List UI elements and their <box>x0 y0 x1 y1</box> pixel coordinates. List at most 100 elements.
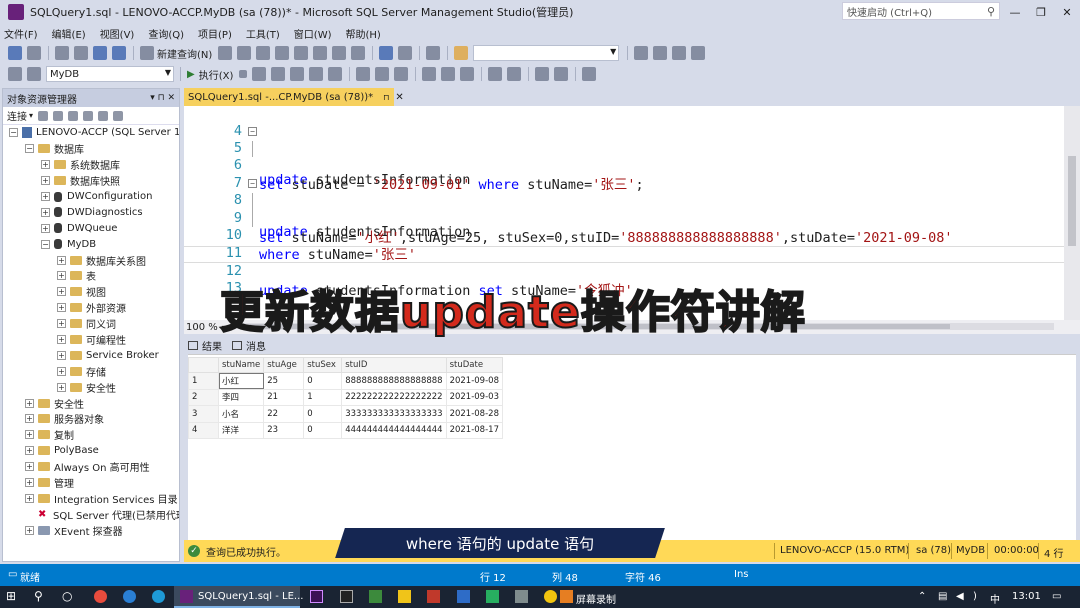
expand-icon[interactable]: + <box>25 525 34 535</box>
menu-file[interactable]: 文件(F) <box>4 26 38 41</box>
tree-node-mydb-child[interactable]: + Service Broker <box>3 347 179 363</box>
dmx-query-icon[interactable] <box>275 46 290 60</box>
volume-level-icon[interactable]: ) <box>973 591 977 602</box>
new-project-icon[interactable] <box>55 46 69 60</box>
row-number[interactable]: 2 <box>188 388 219 406</box>
volume-icon[interactable]: ◀ <box>956 591 964 602</box>
table-cell[interactable]: 小名 <box>217 405 265 423</box>
cut-icon[interactable] <box>313 46 328 60</box>
tree-node-mydb-child[interactable]: + 视图 <box>3 284 179 300</box>
query-designer-icon[interactable] <box>290 67 305 81</box>
expand-icon[interactable]: + <box>57 366 66 376</box>
table-cell[interactable]: 0 <box>303 372 343 390</box>
app-icon[interactable] <box>486 590 499 603</box>
screen-recorder-label[interactable]: 屏幕录制 <box>576 591 616 606</box>
restore-button[interactable]: ❐ <box>1028 0 1054 24</box>
save-icon[interactable] <box>93 46 107 60</box>
collapse-icon[interactable]: − <box>41 239 50 249</box>
refresh-icon[interactable] <box>98 110 109 121</box>
column-header[interactable]: stuDate <box>445 357 503 373</box>
tree-node-dwdiagnostics[interactable]: + DWDiagnostics <box>3 204 179 220</box>
wrench-icon[interactable] <box>653 46 668 60</box>
tree-node-mydb-child[interactable]: + 数据库关系图 <box>3 252 179 268</box>
column-header[interactable]: stuSex <box>303 357 343 373</box>
column-header[interactable]: stuAge <box>263 357 305 373</box>
results-file-icon[interactable] <box>460 67 475 81</box>
task-view-icon[interactable]: ○ <box>62 589 72 603</box>
close-icon[interactable]: ✕ <box>395 92 403 103</box>
folder-icon[interactable] <box>398 590 411 603</box>
table-cell[interactable]: 2021-08-28 <box>445 405 503 423</box>
table-cell[interactable]: 25 <box>263 372 305 390</box>
connect-icon[interactable] <box>8 67 22 81</box>
notification-icon[interactable]: ▭ <box>1052 591 1061 602</box>
new-query-button[interactable]: 新建查询(N) <box>140 46 212 61</box>
tab-sqlquery1[interactable]: SQLQuery1.sql -...CP.MyDB (sa (78))* ⊓ ✕ <box>184 88 404 106</box>
table-cell[interactable]: 2021-08-17 <box>445 421 503 439</box>
menu-project[interactable]: 项目(P) <box>198 26 232 41</box>
edge-icon[interactable] <box>123 590 136 603</box>
table-cell[interactable]: 2021-09-08 <box>445 372 503 390</box>
search-icon[interactable]: ⚲ <box>34 589 43 603</box>
change-connection-icon[interactable] <box>27 67 41 81</box>
premiere-icon[interactable] <box>310 590 323 603</box>
expand-icon[interactable]: + <box>57 287 66 297</box>
tray-chevron-icon[interactable]: ⌃ <box>918 591 926 602</box>
find-icon[interactable] <box>454 46 469 60</box>
stop-icon[interactable] <box>68 110 79 121</box>
back-icon[interactable] <box>8 46 22 60</box>
analysis-query-icon[interactable] <box>237 46 252 60</box>
app-icon[interactable] <box>369 590 382 603</box>
comment-icon[interactable] <box>488 67 503 81</box>
editor-vertical-scrollbar[interactable] <box>1064 106 1080 320</box>
open-file-icon[interactable] <box>74 46 88 60</box>
tree-node-dwqueue[interactable]: + DWQueue <box>3 220 179 236</box>
column-header[interactable]: stuName <box>217 357 265 373</box>
tree-node-database-snapshots[interactable]: + 数据库快照 <box>3 173 179 189</box>
tree-node-integration-services[interactable]: + Integration Services 目录 <box>3 490 179 506</box>
tree-node-mydb-child[interactable]: + 同义词 <box>3 316 179 332</box>
expand-icon[interactable]: + <box>41 160 50 170</box>
save-all-icon[interactable] <box>112 46 126 60</box>
properties-icon[interactable] <box>634 46 649 60</box>
table-cell[interactable]: 2021-09-03 <box>445 388 503 406</box>
uncomment-icon[interactable] <box>507 67 522 81</box>
tree-node-mydb-child[interactable]: + 表 <box>3 268 179 284</box>
expand-icon[interactable]: + <box>57 271 66 281</box>
table-cell[interactable]: 1 <box>303 388 343 406</box>
include-plan-icon[interactable] <box>356 67 371 81</box>
row-number[interactable]: 4 <box>188 421 219 439</box>
forward-icon[interactable] <box>27 46 41 60</box>
tab-messages[interactable]: 消息 <box>232 338 266 353</box>
execute-button[interactable]: ▶ 执行(X) <box>187 67 233 82</box>
expand-icon[interactable]: + <box>41 192 50 201</box>
stop-icon[interactable] <box>239 70 248 78</box>
tab-results[interactable]: 结果 <box>188 338 222 353</box>
expand-icon[interactable]: + <box>25 493 34 503</box>
pin-icon[interactable]: ⊓ <box>383 93 389 102</box>
expand-icon[interactable]: + <box>57 382 66 392</box>
menu-query[interactable]: 查询(Q) <box>148 26 184 41</box>
decrease-indent-icon[interactable] <box>535 67 550 81</box>
capcut-icon[interactable] <box>340 590 353 603</box>
expand-icon[interactable]: + <box>25 430 34 440</box>
app-icon[interactable] <box>544 590 557 603</box>
table-cell[interactable]: 洋洋 <box>217 421 265 439</box>
menu-edit[interactable]: 编辑(E) <box>52 26 86 41</box>
expand-icon[interactable]: + <box>57 255 66 265</box>
collapse-region-icon[interactable]: − <box>248 127 257 136</box>
row-number[interactable]: 3 <box>188 405 219 423</box>
tree-node-replication[interactable]: + 复制 <box>3 427 179 443</box>
specify-values-icon[interactable] <box>582 67 597 81</box>
expand-icon[interactable]: + <box>25 414 34 424</box>
tree-node-server-objects[interactable]: + 服务器对象 <box>3 411 179 427</box>
windows-start-icon[interactable]: ⊞ <box>6 589 16 603</box>
table-cell[interactable]: 23 <box>263 421 305 439</box>
app-icon[interactable] <box>427 590 440 603</box>
row-number[interactable]: 1 <box>188 372 219 390</box>
collapse-icon[interactable]: − <box>25 144 34 154</box>
expand-icon[interactable]: + <box>57 319 66 329</box>
parse-checkmark-icon[interactable] <box>252 67 267 81</box>
row-number-header[interactable] <box>188 357 219 373</box>
tree-node-mydb-child[interactable]: + 安全性 <box>3 379 179 395</box>
